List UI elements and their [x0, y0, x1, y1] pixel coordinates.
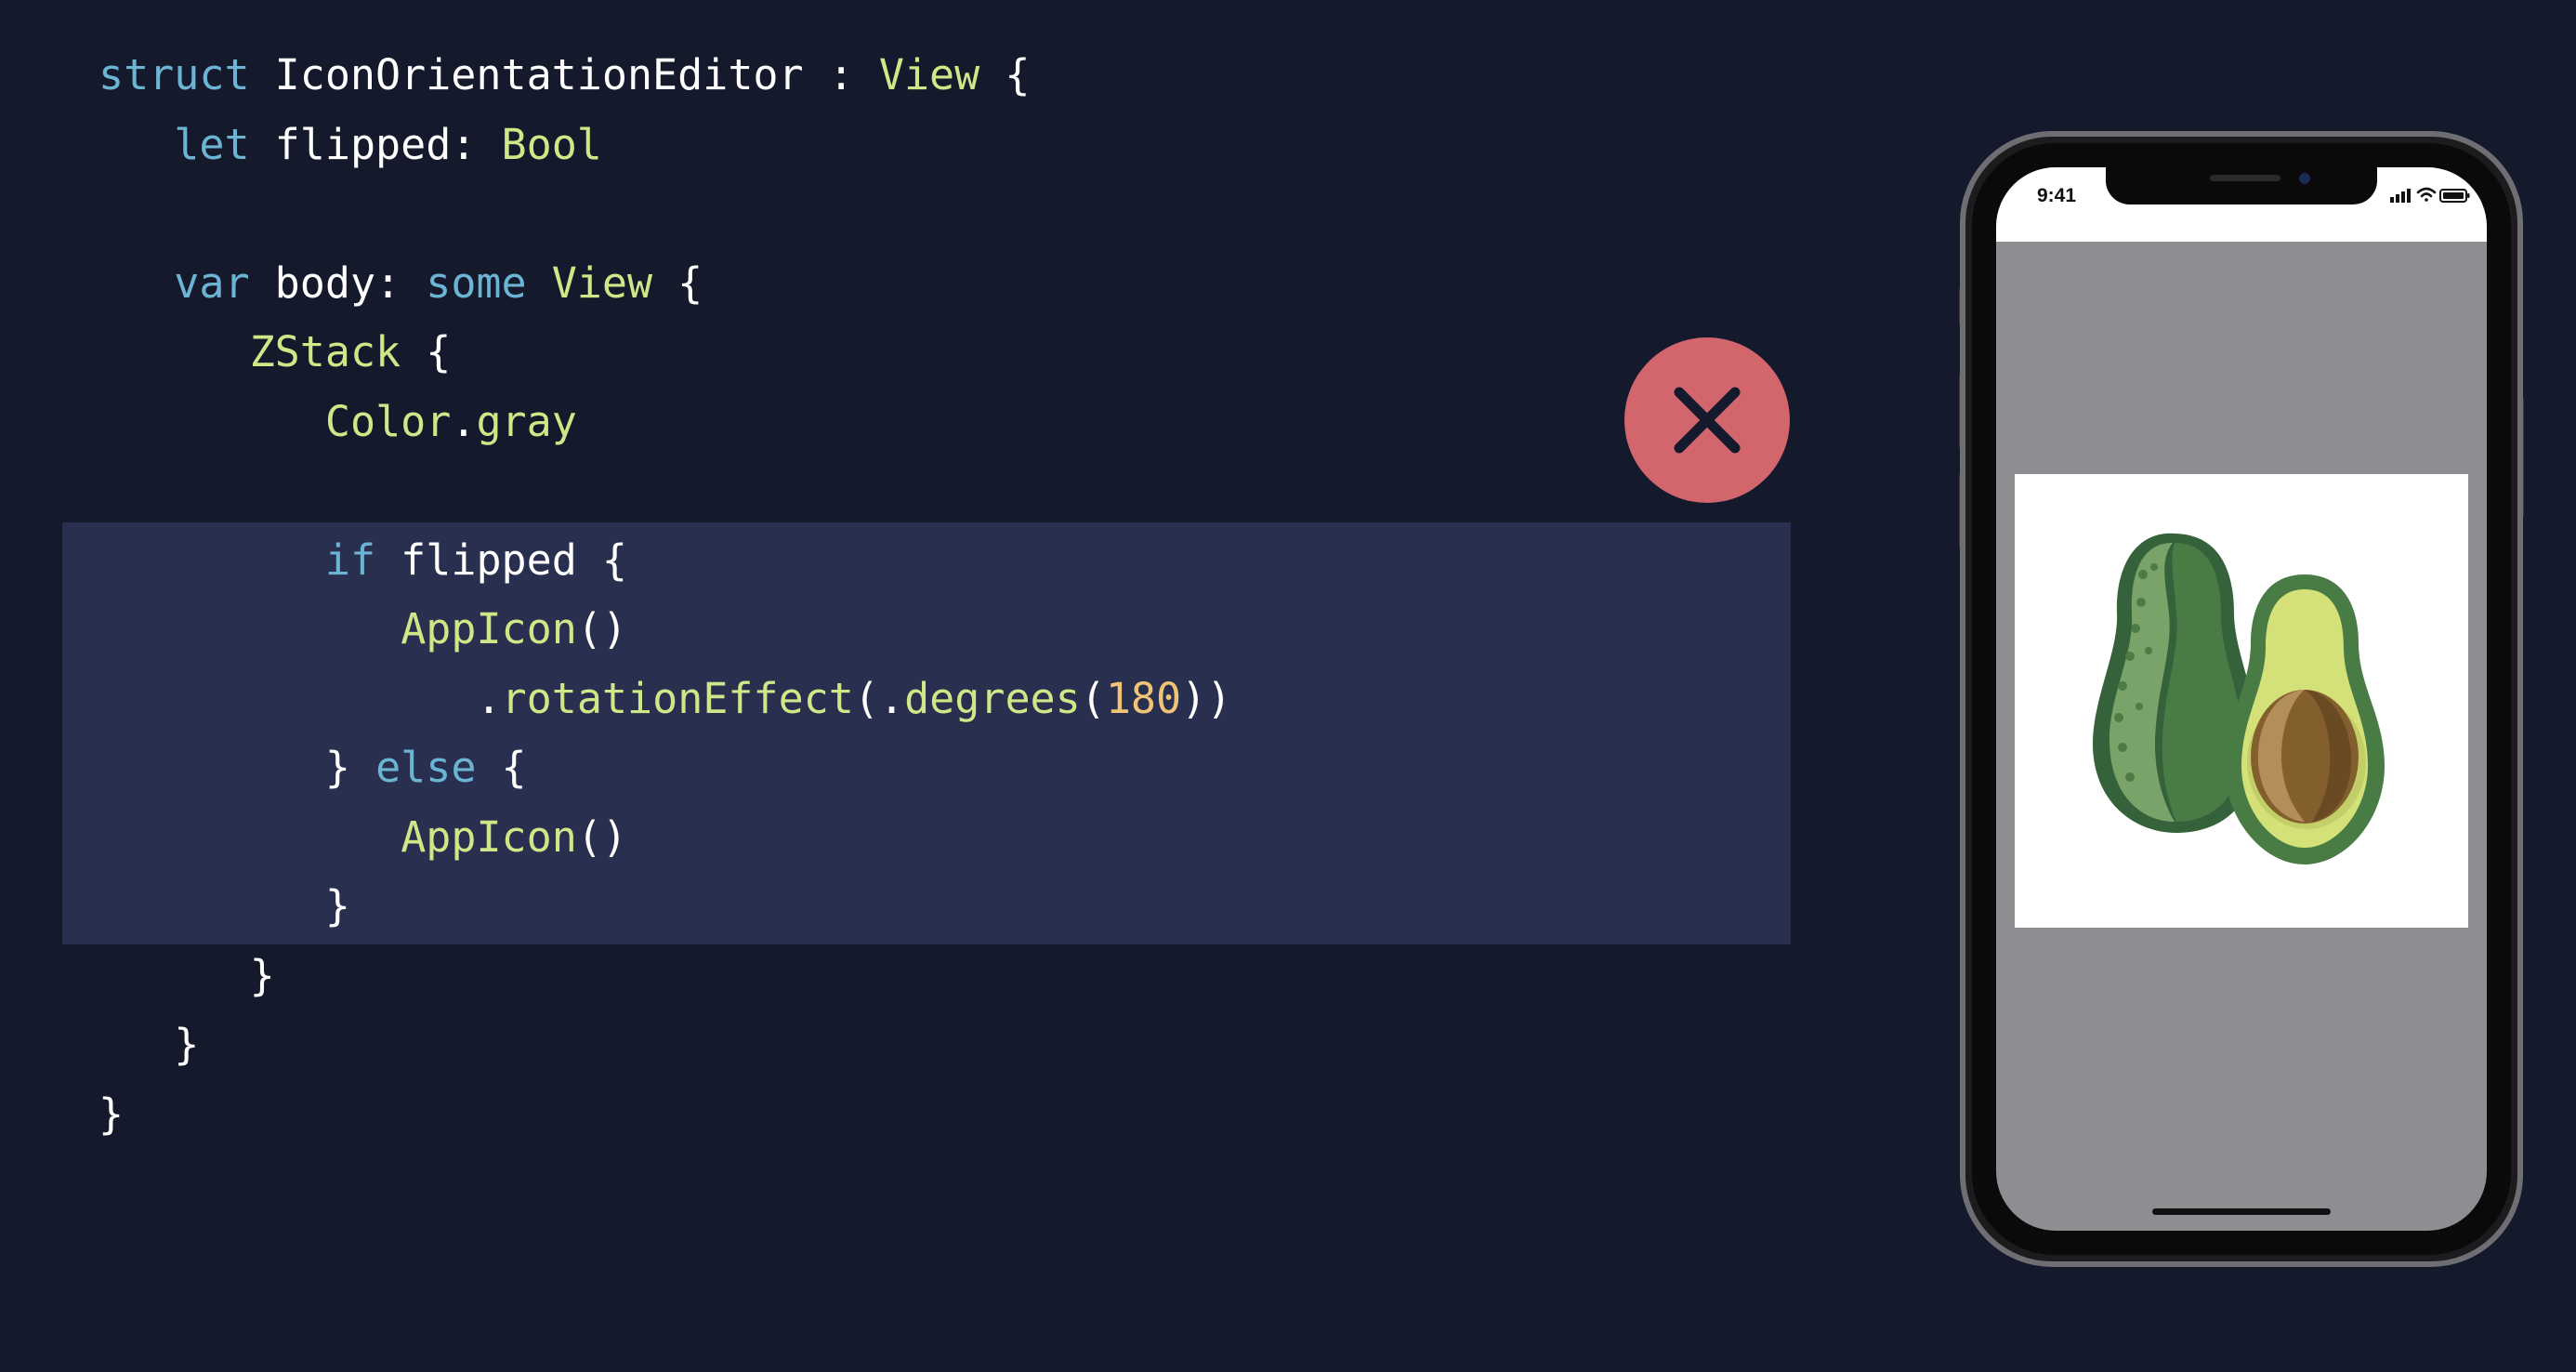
code-token: )) [1181, 673, 1232, 723]
code-token: IconOrientationEditor : [249, 50, 879, 99]
code-token: else [375, 743, 477, 792]
code-line: } [325, 872, 350, 941]
code-token: degrees [904, 673, 1081, 723]
highlighted-code-block [62, 522, 1791, 944]
code-token: gray [476, 396, 577, 446]
error-badge [1624, 337, 1790, 503]
close-icon [1674, 387, 1741, 454]
code-line: } else { [325, 733, 527, 802]
code-line: if flipped { [325, 526, 627, 595]
code-line: AppIcon() [401, 803, 627, 872]
code-token: } [174, 1020, 200, 1069]
code-token: flipped: [249, 119, 502, 169]
code-line: struct IconOrientationEditor : View { [99, 41, 1030, 110]
code-token: () [576, 604, 628, 653]
code-token: { [401, 327, 452, 376]
code-token: body: [249, 257, 427, 308]
code-token: Bool [501, 119, 602, 169]
code-token: View [551, 257, 653, 308]
status-time: 9:41 [2037, 185, 2077, 206]
iphone-mockup [1959, 131, 2524, 1267]
code-token: some [426, 257, 527, 308]
phone-notch [2105, 165, 2378, 205]
code-line: ZStack { [250, 318, 452, 387]
code-line: } [174, 1010, 199, 1079]
code-token: var [174, 257, 250, 308]
code-token: rotationEffect [501, 673, 854, 723]
code-token: . [451, 396, 477, 446]
code-line: AppIcon() [401, 595, 627, 664]
code-token: { [979, 50, 1031, 99]
code-token: ( [1080, 673, 1106, 723]
code-token: flipped { [375, 534, 628, 585]
code-line: } [99, 1080, 124, 1149]
code-token: } [324, 881, 350, 930]
code-token: . [476, 673, 502, 723]
code-token: if [324, 534, 376, 585]
code-token: (. [853, 673, 905, 723]
code-token: struct [99, 50, 250, 99]
code-line: let flipped: Bool [174, 111, 602, 179]
code-token: Color [324, 396, 452, 446]
code-token: { [652, 257, 703, 308]
code-line: } [250, 942, 275, 1010]
code-token: AppIcon [401, 811, 577, 862]
code-token: } [99, 1088, 125, 1139]
code-token: View [878, 50, 980, 99]
code-token: AppIcon [401, 604, 577, 653]
code-token: } [324, 743, 376, 792]
code-line: Color.gray [325, 388, 577, 456]
code-line: var body: some View { [174, 249, 703, 318]
code-editor: struct IconOrientationEditor : View {let… [0, 0, 1859, 1372]
code-token: let [174, 119, 250, 169]
code-token: ZStack [249, 327, 401, 376]
code-token: 180 [1105, 673, 1182, 723]
code-line: .rotationEffect(.degrees(180)) [477, 665, 1232, 733]
home-indicator [2152, 1208, 2331, 1215]
code-token: () [576, 811, 628, 862]
code-token: { [476, 743, 527, 792]
code-token: } [249, 950, 275, 1000]
